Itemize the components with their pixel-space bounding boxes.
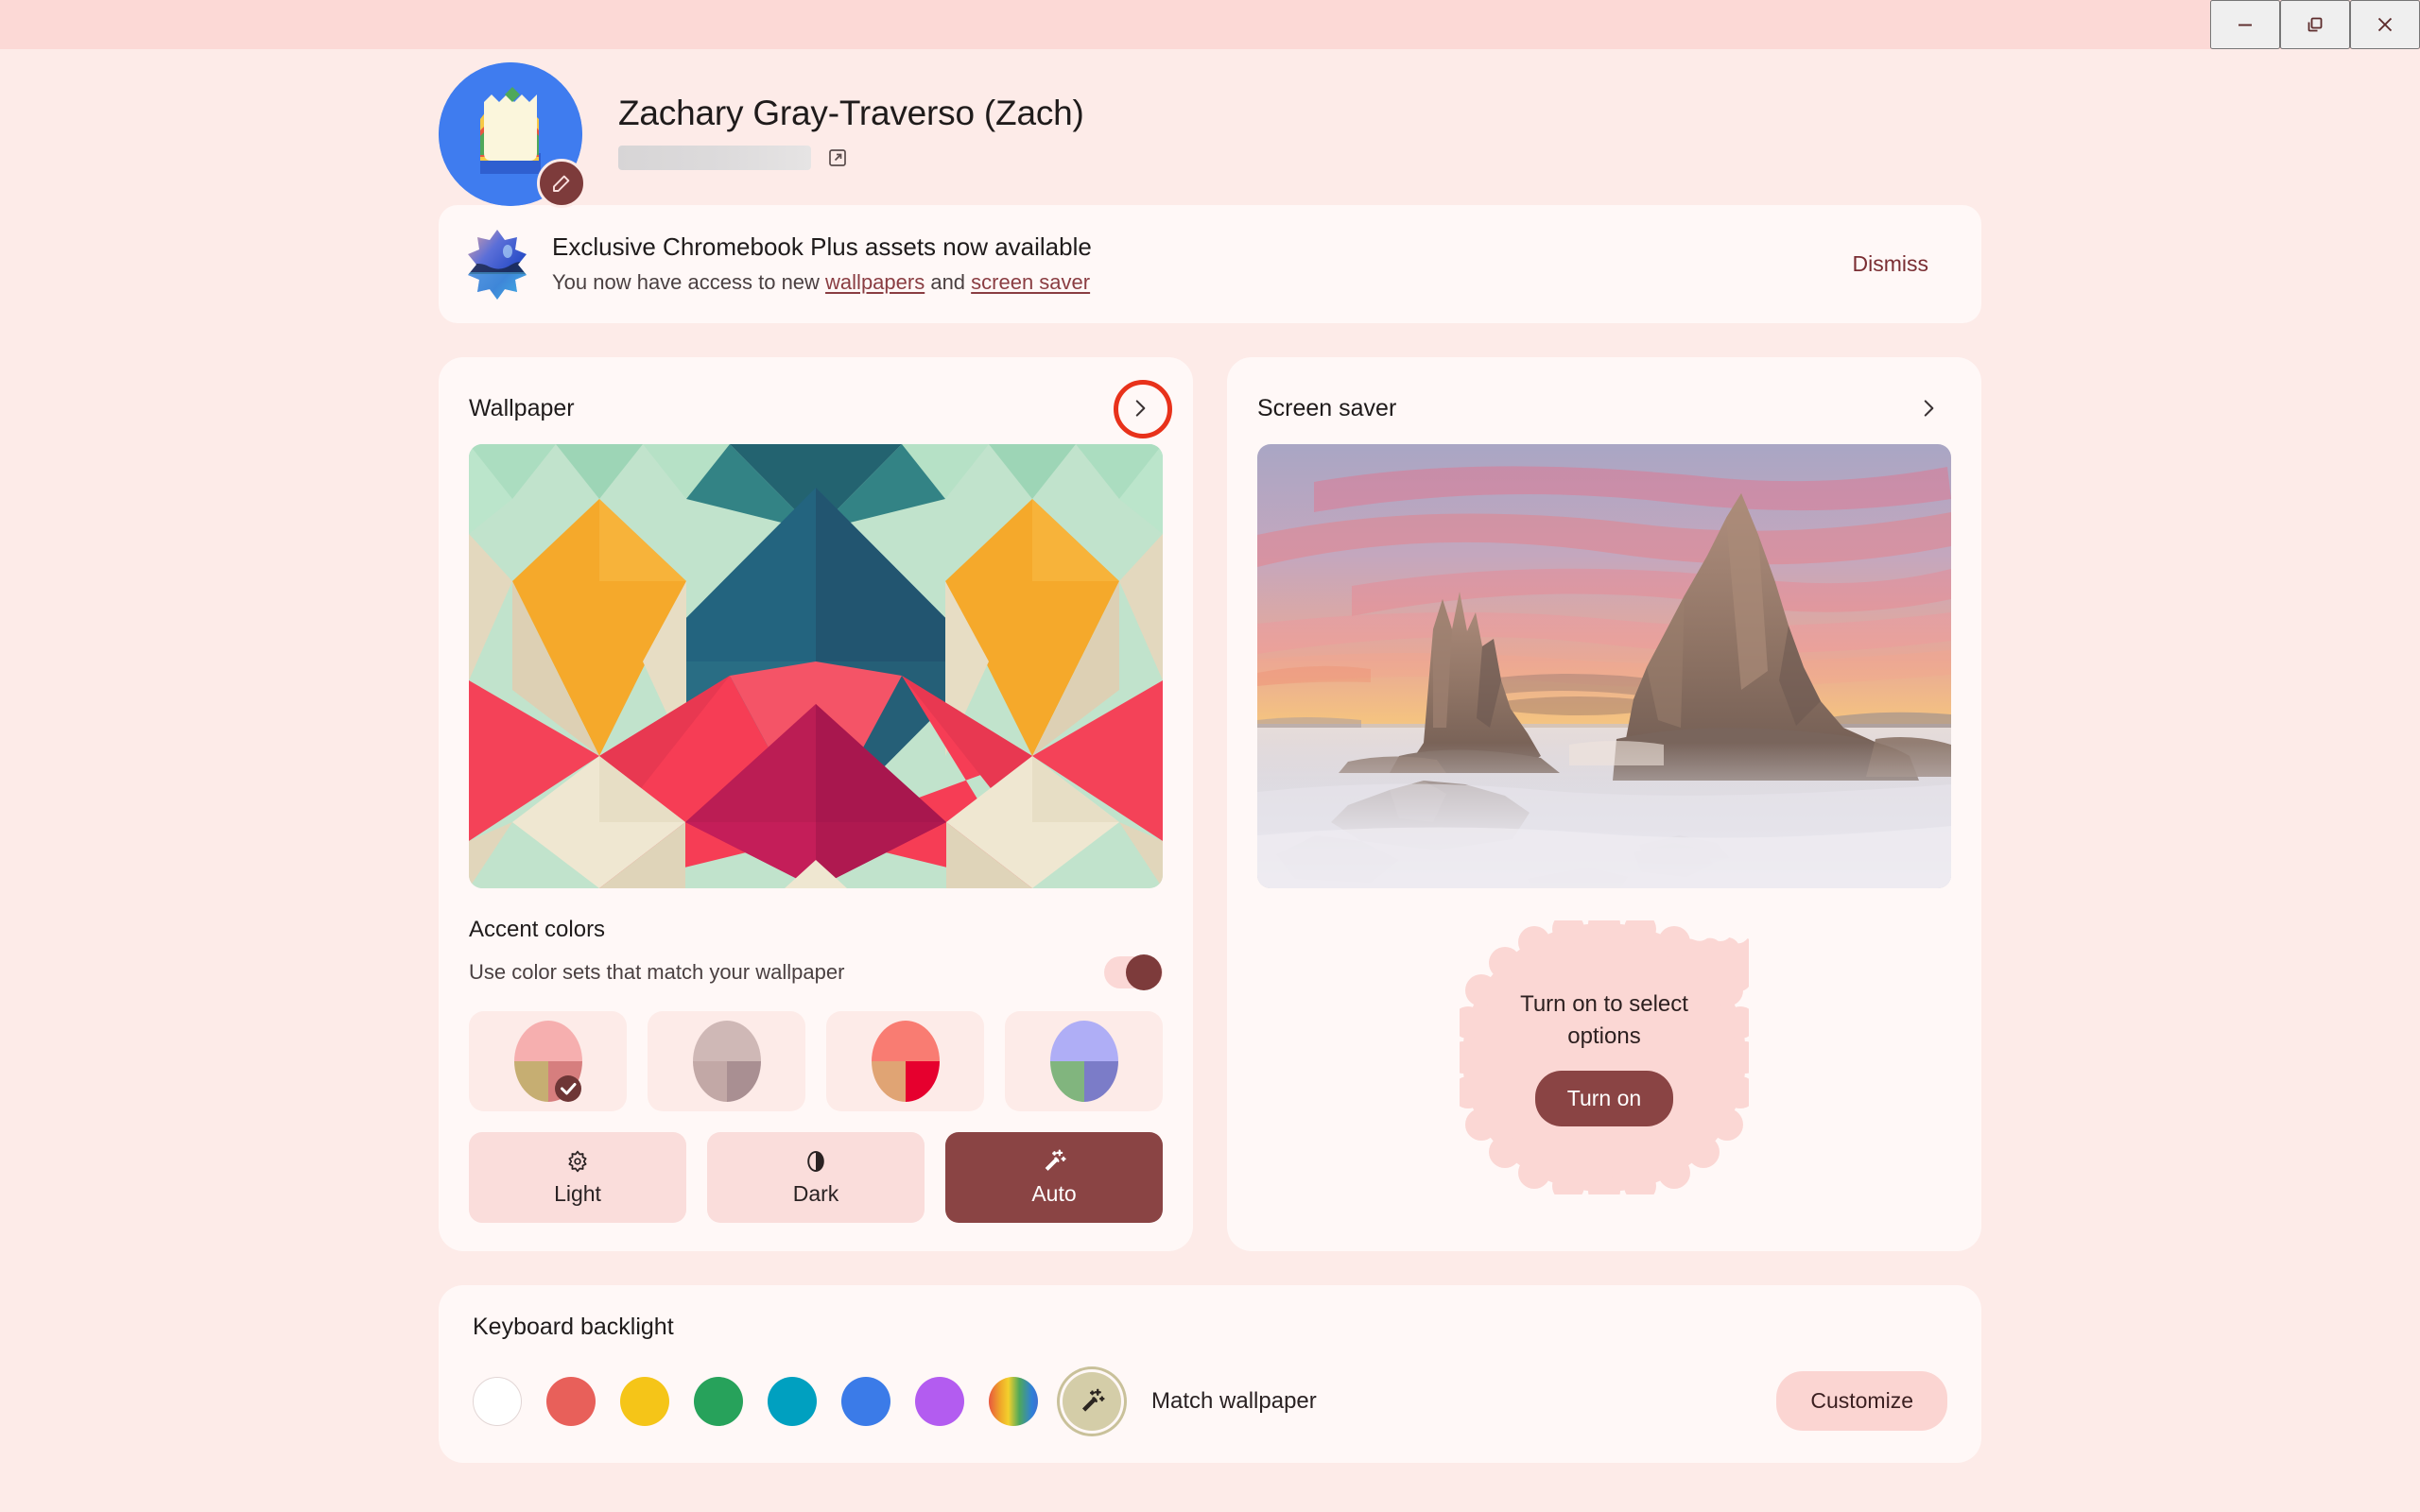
screensaver-blob: Turn on to select options Turn on	[1460, 920, 1749, 1194]
theme-mode-auto-button[interactable]: Auto	[945, 1132, 1163, 1223]
magic-wand-icon	[1082, 1388, 1105, 1412]
toggle-knob	[1126, 954, 1162, 990]
wallpaper-card-header: Wallpaper	[469, 380, 1172, 438]
wallpaper-card: Wallpaper Accent colors Use color sets t…	[439, 357, 1193, 1251]
theme-mode-light-button[interactable]: Light	[469, 1132, 686, 1223]
keyboard-backlight-card: Keyboard backlight Match wallpaper Custo…	[439, 1285, 1981, 1463]
kb-color-red[interactable]	[546, 1376, 596, 1426]
accent-toggle-row: Use color sets that match your wallpaper	[469, 954, 1163, 990]
chromebook-plus-banner: Exclusive Chromebook Plus assets now ava…	[439, 205, 1981, 323]
theme-mode-light-label: Light	[554, 1181, 601, 1206]
keyboard-backlight-row: Match wallpaper Customize	[473, 1371, 1947, 1431]
accent-swatch-4[interactable]	[1005, 1011, 1163, 1111]
kb-color-yellow[interactable]	[620, 1376, 669, 1426]
user-header: Zachary Gray-Traverso (Zach)	[439, 49, 1981, 208]
banner-link-wallpapers[interactable]: wallpapers	[825, 270, 925, 294]
match-wallpaper-colors-toggle[interactable]	[1104, 954, 1163, 990]
chromebook-plus-sparkle-icon	[465, 229, 529, 301]
close-button[interactable]	[2350, 0, 2420, 49]
theme-mode-dark-label: Dark	[792, 1181, 839, 1206]
kb-color-green[interactable]	[694, 1376, 743, 1426]
window-titlebar	[0, 0, 2420, 49]
personalization-page: Zachary Gray-Traverso (Zach) Exclusive C…	[0, 49, 2420, 1512]
screensaver-prompt-text: Turn on to select options	[1520, 991, 1688, 1049]
banner-link-screensaver[interactable]: screen saver	[971, 270, 1090, 294]
accent-swatch-1[interactable]	[469, 1011, 627, 1111]
wallpaper-chevron-right-icon[interactable]	[1117, 386, 1163, 431]
screensaver-preview[interactable]	[1257, 444, 1951, 888]
user-name: Zachary Gray-Traverso (Zach)	[618, 93, 1084, 132]
keyboard-backlight-title: Keyboard backlight	[473, 1314, 674, 1340]
accent-swatch-3[interactable]	[826, 1011, 984, 1111]
wallpaper-title: Wallpaper	[469, 394, 575, 421]
screensaver-card-header: Screen saver	[1257, 384, 1951, 433]
banner-subtitle-middle: and	[925, 270, 972, 295]
dismiss-button[interactable]: Dismiss	[1836, 240, 1946, 288]
screensaver-turn-on-button[interactable]: Turn on	[1534, 1070, 1674, 1126]
theme-mode-row: Light Dark Auto	[469, 1132, 1163, 1223]
sun-icon	[565, 1148, 590, 1175]
kb-color-teal[interactable]	[768, 1376, 817, 1426]
user-email-row[interactable]	[618, 146, 1084, 171]
geometric-diamond-wallpaper	[469, 444, 1163, 888]
kb-color-white[interactable]	[473, 1376, 522, 1426]
half-moon-contrast-icon	[804, 1148, 828, 1175]
accent-swatch-2[interactable]	[648, 1011, 805, 1111]
theme-mode-auto-label: Auto	[1031, 1181, 1077, 1206]
check-circle-icon	[554, 1075, 581, 1102]
kb-color-purple[interactable]	[915, 1376, 964, 1426]
banner-title: Exclusive Chromebook Plus assets now ava…	[552, 232, 1092, 261]
screensaver-title: Screen saver	[1257, 394, 1397, 421]
wallpaper-preview[interactable]	[469, 444, 1163, 888]
banner-subtitle-prefix: You now have access to new	[552, 270, 826, 295]
kb-color-match-wallpaper[interactable]	[1063, 1371, 1121, 1431]
avatar[interactable]	[439, 62, 586, 208]
minimize-button[interactable]	[2210, 0, 2280, 49]
accent-colors-subtitle: Use color sets that match your wallpaper	[469, 960, 845, 984]
magic-wand-icon	[1041, 1148, 1067, 1175]
banner-subtitle: You now have access to new wallpapers an…	[552, 269, 1836, 297]
kb-color-blue[interactable]	[841, 1376, 890, 1426]
open-in-new-icon[interactable]	[826, 146, 849, 169]
screensaver-card: Screen saver Turn on to select options T…	[1227, 357, 1981, 1251]
edit-avatar-button[interactable]	[537, 159, 586, 208]
customize-button[interactable]: Customize	[1776, 1371, 1947, 1431]
cards-row: Wallpaper Accent colors Use color sets t…	[439, 357, 1981, 1251]
theme-mode-dark-button[interactable]: Dark	[707, 1132, 925, 1223]
restore-button[interactable]	[2280, 0, 2350, 49]
user-email-redacted	[618, 146, 811, 171]
accent-colors-title: Accent colors	[469, 917, 606, 942]
pencil-icon	[553, 175, 570, 192]
screensaver-chevron-right-icon[interactable]	[1906, 386, 1951, 431]
keyboard-backlight-colors	[473, 1371, 1121, 1431]
match-wallpaper-label: Match wallpaper	[1151, 1387, 1317, 1414]
screensaver-offstate: Turn on to select options Turn on	[1257, 920, 1951, 1194]
sunset-sea-stacks-photo	[1257, 444, 1951, 888]
kb-color-rainbow[interactable]	[989, 1376, 1038, 1426]
accent-swatch-grid	[469, 1011, 1163, 1111]
